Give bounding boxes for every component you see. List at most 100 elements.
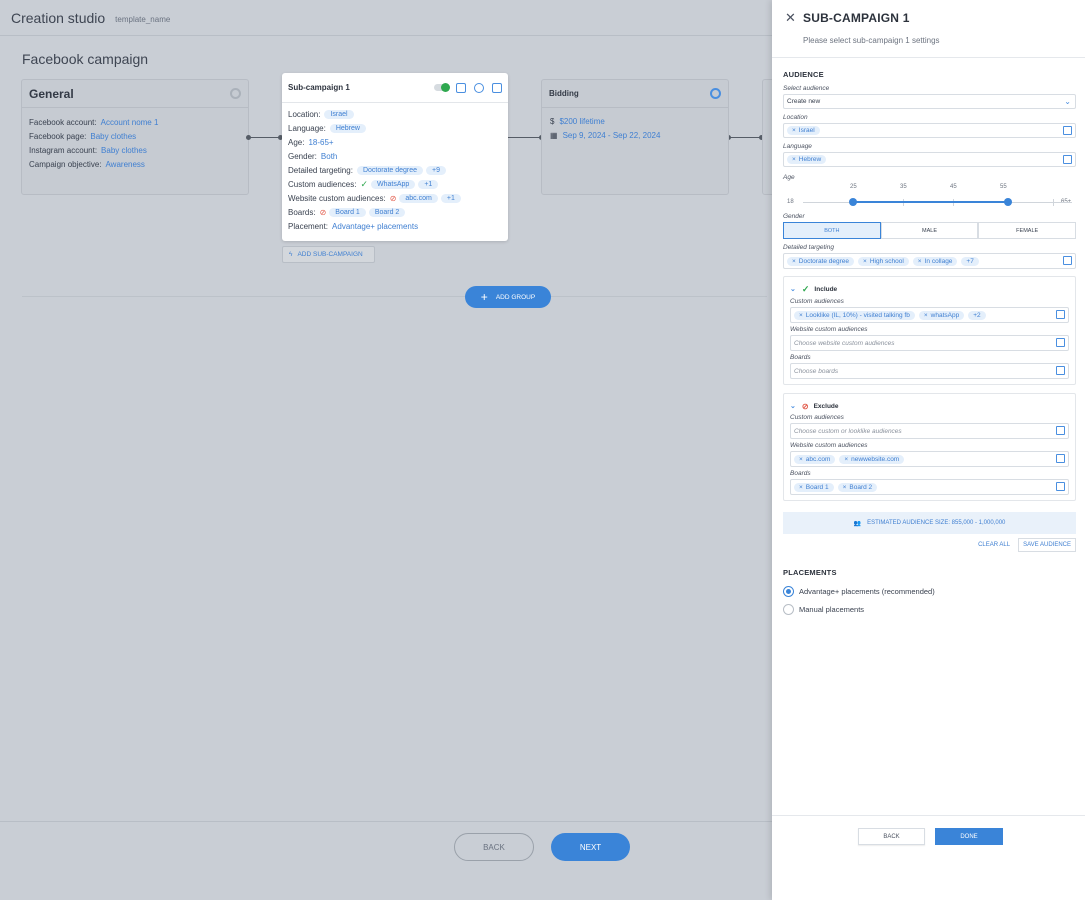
users-icon: 👥 bbox=[853, 520, 862, 527]
audience-title: AUDIENCE bbox=[783, 70, 824, 79]
sub-row-website: Website custom audiences: ⊘ abc.com +1 bbox=[288, 191, 502, 205]
sub-campaign-card[interactable]: Sub-campaign 1 Location: Israel Language:… bbox=[282, 73, 508, 241]
campaign-title: Facebook campaign bbox=[22, 51, 149, 67]
divider bbox=[22, 296, 767, 297]
app-title: Creation studio bbox=[11, 9, 106, 26]
connector-line bbox=[508, 137, 542, 138]
gender-option-both[interactable]: BOTH bbox=[783, 222, 881, 239]
gender-option-female[interactable]: FEMALE bbox=[978, 222, 1077, 239]
exclude-website-chip[interactable]: × abc.com bbox=[794, 454, 836, 464]
copy-icon[interactable] bbox=[456, 82, 466, 93]
location-label: Location bbox=[783, 114, 808, 121]
check-icon: ✓ bbox=[360, 178, 369, 189]
plus-icon: + bbox=[480, 290, 488, 304]
external-link-icon[interactable] bbox=[1056, 366, 1065, 375]
ban-icon: ⊘ bbox=[801, 401, 809, 411]
budget-icon: $ bbox=[550, 116, 555, 126]
general-row: Instagram account: Baby clothes bbox=[29, 145, 147, 155]
external-link-icon[interactable] bbox=[1063, 155, 1072, 164]
check-icon: ✓ bbox=[801, 283, 810, 294]
detailed-targeting-field[interactable]: × Doctorate degree × High school × In colla… bbox=[783, 253, 1076, 269]
gender-option-male[interactable]: MALE bbox=[880, 222, 979, 239]
detailed-chip[interactable]: × In collage bbox=[912, 256, 958, 266]
age-tick-label: 18 bbox=[787, 199, 794, 205]
external-link-icon[interactable] bbox=[1063, 126, 1072, 135]
exclude-board-chip[interactable]: × Board 2 bbox=[837, 482, 878, 492]
slider-min-handle[interactable] bbox=[849, 198, 857, 206]
exclude-website-chip[interactable]: × newwebsite.com bbox=[839, 454, 905, 464]
external-link-icon[interactable] bbox=[1056, 338, 1065, 347]
ban-icon: ⊘ bbox=[319, 207, 327, 217]
slider-max-handle[interactable] bbox=[1004, 198, 1012, 206]
detailed-more-chip[interactable]: +7 bbox=[961, 256, 979, 266]
sub-row-placement: Placement: Advantage+ placements bbox=[288, 221, 419, 231]
placement-option-manual[interactable]: Manual placements bbox=[783, 600, 1076, 618]
status-toggle[interactable] bbox=[434, 83, 450, 92]
gender-segmented-control: BOTH MALE FEMALE bbox=[783, 222, 1077, 239]
clear-all-button[interactable]: CLEAR ALL bbox=[978, 542, 1010, 548]
external-link-icon[interactable] bbox=[1056, 310, 1065, 319]
drawer-back-button[interactable]: BACK bbox=[858, 828, 925, 845]
include-box: ⌄ ✓ Include Custom audiences × Looklike (… bbox=[783, 276, 1076, 385]
include-custom-more[interactable]: +2 bbox=[968, 310, 986, 320]
external-link-icon[interactable] bbox=[1063, 256, 1072, 265]
chevron-down-icon: ⌄ bbox=[1064, 97, 1071, 106]
external-link-icon[interactable] bbox=[1056, 454, 1065, 463]
general-row: Facebook account: Account nome 1 bbox=[29, 117, 159, 127]
gear-icon[interactable] bbox=[230, 88, 241, 99]
location-field[interactable]: × Israel bbox=[783, 123, 1076, 138]
remove-icon: × bbox=[792, 127, 796, 134]
include-custom-label: Custom audiences bbox=[790, 298, 844, 305]
language-chip[interactable]: × Hebrew bbox=[787, 155, 827, 164]
age-slider[interactable]: 18 25 35 45 55 65+ bbox=[783, 181, 1076, 211]
age-tick-label: 45 bbox=[950, 184, 957, 190]
include-custom-chip[interactable]: × Looklike (IL, 10%) - visited talking fb bbox=[794, 310, 915, 320]
include-custom-field[interactable]: × Looklike (IL, 10%) - visited talking fb… bbox=[790, 307, 1069, 323]
ban-icon: ⊘ bbox=[389, 193, 397, 203]
radio-button[interactable] bbox=[783, 585, 794, 597]
add-sub-campaign-button[interactable]: ϟ ADD SUB-CAMPAIGN bbox=[282, 246, 375, 263]
radio-button[interactable] bbox=[783, 603, 794, 615]
include-website-field[interactable]: Choose website custom audiences bbox=[790, 335, 1069, 351]
drawer-header: ✕ SUB-CAMPAIGN 1 Please select sub-campa… bbox=[772, 0, 1085, 58]
slider-tick bbox=[1053, 199, 1054, 206]
sub-row-language: Language: Hebrew bbox=[288, 121, 502, 135]
exclude-header[interactable]: ⌄ ⊘ Exclude bbox=[790, 399, 1069, 413]
bidding-budget: $ $200 lifetime bbox=[550, 116, 605, 126]
lightning-icon: ϟ bbox=[289, 251, 293, 258]
detailed-chip[interactable]: × High school bbox=[858, 256, 909, 266]
bidding-card-title: Bidding bbox=[549, 89, 579, 98]
age-label: Age bbox=[783, 174, 795, 181]
include-header[interactable]: ⌄ ✓ Include bbox=[790, 282, 1069, 296]
gear-icon[interactable] bbox=[710, 88, 721, 99]
save-audience-button[interactable]: SAVE AUDIENCE bbox=[1018, 538, 1076, 552]
trash-icon[interactable] bbox=[492, 82, 502, 93]
slider-range bbox=[853, 201, 1008, 203]
back-button[interactable]: BACK bbox=[454, 833, 534, 861]
calendar-icon: ▦ bbox=[550, 130, 558, 140]
placement-option-advantage[interactable]: Advantage+ placements (recommended) bbox=[783, 582, 1076, 600]
age-tick-label: 25 bbox=[850, 184, 857, 190]
gear-icon[interactable] bbox=[474, 82, 484, 93]
exclude-website-field[interactable]: × abc.com × newwebsite.com bbox=[790, 451, 1069, 467]
close-icon[interactable]: ✕ bbox=[785, 10, 796, 26]
exclude-board-chip[interactable]: × Board 1 bbox=[794, 482, 834, 492]
external-link-icon[interactable] bbox=[1056, 426, 1065, 435]
next-button[interactable]: NEXT bbox=[551, 833, 630, 861]
external-link-icon[interactable] bbox=[1056, 482, 1065, 491]
language-field[interactable]: × Hebrew bbox=[783, 152, 1076, 167]
detailed-chip[interactable]: × Doctorate degree bbox=[787, 256, 855, 266]
general-row: Campaign objective: Awareness bbox=[29, 159, 145, 169]
bidding-card[interactable]: Bidding $ $200 lifetime ▦ Sep 9, 2024 - Se… bbox=[541, 79, 729, 195]
include-custom-chip[interactable]: × whatsApp bbox=[918, 310, 965, 320]
location-chip[interactable]: × Israel bbox=[787, 126, 820, 135]
detailed-targeting-label: Detailed targeting bbox=[783, 244, 834, 251]
include-boards-field[interactable]: Choose boards bbox=[790, 363, 1069, 379]
done-button[interactable]: DONE bbox=[935, 828, 1003, 845]
exclude-boards-label: Boards bbox=[790, 470, 811, 477]
exclude-custom-field[interactable]: Choose custom or looklike audiences bbox=[790, 423, 1069, 439]
general-card[interactable]: General Facebook account: Account nome 1 … bbox=[21, 79, 249, 195]
select-audience-dropdown[interactable]: Create new ⌄ bbox=[783, 94, 1076, 109]
exclude-boards-field[interactable]: × Board 1 × Board 2 bbox=[790, 479, 1069, 495]
add-group-button[interactable]: + ADD GROUP bbox=[465, 286, 551, 308]
